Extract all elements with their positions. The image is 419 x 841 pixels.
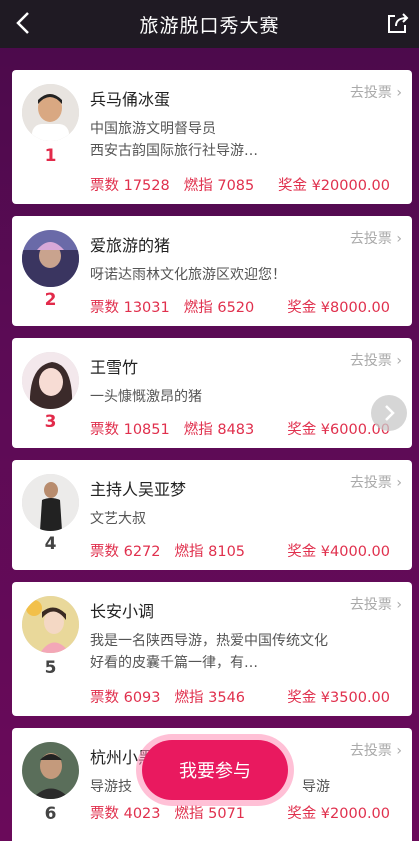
back-icon[interactable] xyxy=(8,8,38,38)
contestant-name: 主持人吴亚梦 xyxy=(90,480,187,499)
prize-amount: 奖金 ¥3500.00 xyxy=(287,690,390,706)
contestant-desc: 呀诺达雨林文化旅游区欢迎您！ xyxy=(90,267,286,283)
stats-row: 票数 6272 燃指 8105 奖金 ¥4000.00 xyxy=(90,540,390,561)
vote-count: 票数 6272 xyxy=(90,544,161,560)
heat-index: 燃指 6520 xyxy=(183,300,255,316)
rank-number: 2 xyxy=(44,290,57,310)
heat-index: 燃指 8105 xyxy=(174,544,246,560)
chevron-right-icon: › xyxy=(391,231,402,247)
prize-amount: 奖金 ¥4000.00 xyxy=(287,544,390,560)
share-icon[interactable] xyxy=(383,8,413,38)
stats-row: 票数 4023 燃指 5071 奖金 ¥2000.00 xyxy=(90,802,390,823)
avatar xyxy=(22,84,79,141)
avatar xyxy=(22,596,79,653)
vote-link[interactable]: 去投票 › xyxy=(350,472,402,492)
vote-count: 票数 10851 xyxy=(90,422,170,438)
vote-count: 票数 6093 xyxy=(90,690,161,706)
contestant-name: 兵马俑冰蛋 xyxy=(90,90,171,109)
vote-link[interactable]: 去投票 › xyxy=(350,740,402,760)
avatar xyxy=(22,230,79,287)
vote-link[interactable]: 去投票 › xyxy=(350,594,402,614)
contestant-card[interactable]: 3 王雪竹 去投票 › 一头慷慨激昂的猪 票数 10851 燃指 8483 奖金 … xyxy=(12,338,412,448)
rank-number: 1 xyxy=(44,146,57,166)
chevron-right-icon: › xyxy=(391,85,402,101)
chevron-right-icon: › xyxy=(391,597,402,613)
contestant-card[interactable]: 5 长安小调 去投票 › 我是一名陕西导游，热爱中国传统文化 好看的皮囊千篇一律，… xyxy=(12,582,412,716)
vote-count: 票数 4023 xyxy=(90,806,161,822)
contestant-desc: 文艺大叔 xyxy=(90,511,146,527)
stats-row: 票数 17528 燃指 7085 奖金 ¥20000.00 xyxy=(90,174,390,195)
vote-link[interactable]: 去投票 › xyxy=(350,350,402,370)
rank-number: 5 xyxy=(44,658,57,678)
contestant-name: 爱旅游的猪 xyxy=(90,236,171,255)
prize-amount: 奖金 ¥8000.00 xyxy=(287,300,390,316)
avatar xyxy=(22,742,79,799)
contestant-card[interactable]: 4 主持人吴亚梦 去投票 › 文艺大叔 票数 6272 燃指 8105 奖金 ¥4… xyxy=(12,460,412,570)
rank-number: 4 xyxy=(44,534,57,554)
chevron-right-icon: › xyxy=(391,353,402,369)
chevron-right-icon: › xyxy=(391,475,402,491)
join-button[interactable]: 我要参与 xyxy=(142,740,288,800)
contestant-desc: 中国旅游文明督导员 西安古韵国际旅行社导游… xyxy=(90,121,258,159)
vote-count: 票数 17528 xyxy=(90,178,170,194)
vote-link[interactable]: 去投票 › xyxy=(350,228,402,248)
heat-index: 燃指 5071 xyxy=(174,806,246,822)
contestant-card[interactable]: 2 爱旅游的猪 去投票 › 呀诺达雨林文化旅游区欢迎您！ 票数 13031 燃指 … xyxy=(12,216,412,326)
avatar xyxy=(22,352,79,409)
nav-bar: 旅游脱口秀大赛 xyxy=(0,0,419,48)
stats-row: 票数 13031 燃指 6520 奖金 ¥8000.00 xyxy=(90,296,390,317)
contestant-desc: 我是一名陕西导游，热爱中国传统文化 好看的皮囊千篇一律，有… xyxy=(90,633,328,671)
chevron-right-icon: › xyxy=(391,743,402,759)
stats-row: 票数 10851 燃指 8483 奖金 ¥6000.00 xyxy=(90,418,390,439)
rank-number: 3 xyxy=(44,412,57,432)
contestant-name: 王雪竹 xyxy=(90,358,139,377)
stats-row: 票数 6093 燃指 3546 奖金 ¥3500.00 xyxy=(90,686,390,707)
rank-number: 6 xyxy=(44,804,57,824)
page-title: 旅游脱口秀大赛 xyxy=(139,14,280,37)
contestant-card[interactable]: 1 兵马俑冰蛋 去投票 › 中国旅游文明督导员 西安古韵国际旅行社导游… 票数 1… xyxy=(12,70,412,204)
heat-index: 燃指 8483 xyxy=(183,422,255,438)
contestant-list: 1 兵马俑冰蛋 去投票 › 中国旅游文明督导员 西安古韵国际旅行社导游… 票数 1… xyxy=(12,70,412,841)
prize-amount: 奖金 ¥2000.00 xyxy=(287,806,390,822)
scroll-arrow-icon[interactable] xyxy=(371,395,407,431)
prize-amount: 奖金 ¥20000.00 xyxy=(277,178,390,194)
avatar xyxy=(22,474,79,531)
contestant-name: 长安小调 xyxy=(90,602,155,621)
heat-index: 燃指 3546 xyxy=(174,690,246,706)
contestant-desc: 一头慷慨激昂的猪 xyxy=(90,389,202,405)
vote-count: 票数 13031 xyxy=(90,300,170,316)
vote-link[interactable]: 去投票 › xyxy=(350,82,402,102)
heat-index: 燃指 7085 xyxy=(183,178,255,194)
